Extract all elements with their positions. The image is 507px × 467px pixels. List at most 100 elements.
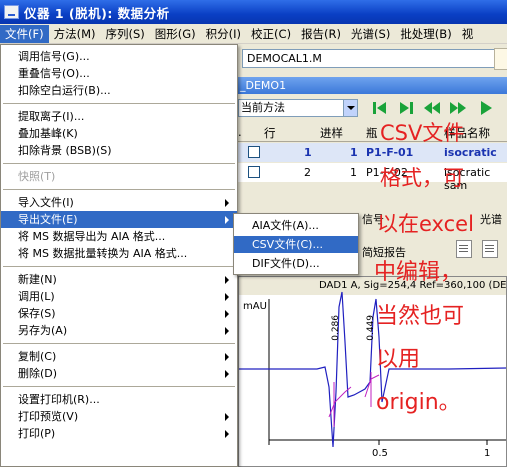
file-menu-item[interactable]: 另存为(A): [1, 322, 237, 339]
file-menu-item[interactable]: 导出文件(E): [1, 211, 237, 228]
menu-item-label: 提取离子(I)...: [18, 110, 85, 123]
file-menu-item[interactable]: 扣除背景 (BSB)(S): [1, 142, 237, 159]
forward-icon[interactable]: [448, 99, 468, 117]
menu-item-label: 扣除背景 (BSB)(S): [18, 144, 112, 157]
export-submenu-item[interactable]: AIA文件(A)...: [234, 217, 358, 234]
file-menu-item: 快照(T): [1, 168, 237, 185]
menu-item-label: AIA文件(A)...: [252, 219, 319, 232]
sequence-combo[interactable]: DEMOCAL1.M: [242, 48, 507, 70]
peak-label: 0.286: [331, 315, 341, 341]
menu-separator: [3, 103, 235, 104]
play-icon[interactable]: [476, 99, 496, 117]
submenu-arrow-icon: [225, 199, 229, 207]
export-submenu-item[interactable]: CSV文件(C)...: [234, 236, 358, 253]
file-menu-item[interactable]: 新建(N): [1, 271, 237, 288]
export-submenu: AIA文件(A)... CSV文件(C)... DIF文件(D)...: [233, 213, 359, 275]
file-menu-item[interactable]: 打印预览(V): [1, 408, 237, 425]
row-vial: P1-F-01: [366, 146, 414, 159]
file-menu-item[interactable]: 打印(P): [1, 425, 237, 442]
row-checkbox[interactable]: [248, 166, 260, 178]
menu-separator: [3, 189, 235, 190]
method-row: 当前方法: [238, 96, 507, 120]
menu-report[interactable]: 报告(R): [296, 25, 346, 43]
menu-item-label: 将 MS 数据批量转换为 AIA 格式...: [18, 247, 188, 260]
chart-ylabel: mAU: [243, 301, 267, 312]
menu-item-label: 快照(T): [18, 170, 56, 183]
row-line: 2: [304, 166, 311, 179]
table-row[interactable]: 1 1 P1-F-01 isocratic sa: [238, 143, 507, 172]
rewind-icon[interactable]: [422, 99, 442, 117]
next-step-icon[interactable]: [396, 99, 416, 117]
file-menu-item[interactable]: 复制(C): [1, 348, 237, 365]
menu-item-label: 调用信号(G)...: [18, 50, 90, 63]
menu-item-label: 删除(D): [18, 367, 58, 380]
menu-integration[interactable]: 积分(I): [201, 25, 246, 43]
file-menu-item[interactable]: 保存(S): [1, 305, 237, 322]
submenu-arrow-icon: [225, 370, 229, 378]
preview-icon[interactable]: [482, 240, 498, 258]
file-menu-item[interactable]: 提取离子(I)...: [1, 108, 237, 125]
menu-separator: [3, 266, 235, 267]
menu-separator: [3, 163, 235, 164]
peak-label: 0.449: [366, 315, 376, 341]
method-combo[interactable]: 当前方法: [238, 99, 358, 117]
sequence-tab[interactable]: _DEMO1: [238, 77, 507, 94]
x-tick-label: 1: [484, 448, 491, 459]
annotation-line: CSV文件: [380, 121, 465, 145]
menu-item-label: 打印预览(V): [18, 410, 79, 423]
menu-item-label: 保存(S): [18, 307, 56, 320]
menu-item-label: 调用(L): [18, 290, 55, 303]
menu-file[interactable]: 文件(F): [0, 24, 49, 43]
file-menu-item[interactable]: 设置打印机(R)...: [1, 391, 237, 408]
col-header-injection[interactable]: 进样: [320, 125, 343, 141]
file-menu-item[interactable]: 叠加基峰(K): [1, 125, 237, 142]
file-menu-item[interactable]: 调用信号(G)...: [1, 48, 237, 65]
chevron-down-icon[interactable]: [343, 100, 357, 116]
col-header-line[interactable]: 行: [264, 125, 276, 141]
menu-method[interactable]: 方法(M): [49, 25, 101, 43]
menu-item-label: 复制(C): [18, 350, 57, 363]
export-submenu-item[interactable]: DIF文件(D)...: [234, 255, 358, 272]
file-menu-item[interactable]: 将 MS 数据批量转换为 AIA 格式...: [1, 245, 237, 262]
menu-separator: [3, 343, 235, 344]
menu-spectrum[interactable]: 光谱(S): [346, 25, 395, 43]
submenu-arrow-icon: [225, 353, 229, 361]
annotation-line: origin。: [376, 390, 461, 415]
col-header-status: .: [238, 125, 242, 139]
menu-item-label: 将 MS 数据导出为 AIA 格式...: [18, 230, 166, 243]
window-titlebar: 仪器 1 (脱机): 数据分析: [0, 0, 507, 24]
submenu-arrow-icon: [225, 430, 229, 438]
app-icon: [4, 5, 19, 19]
file-menu-item[interactable]: 重叠信号(O)...: [1, 65, 237, 82]
first-icon[interactable]: [370, 99, 390, 117]
row-checkbox[interactable]: [248, 146, 260, 158]
menu-item-label: 扣除空白运行(B)...: [18, 84, 111, 97]
sequence-button[interactable]: [494, 48, 507, 70]
row-line: 1: [304, 146, 312, 159]
file-menu-item[interactable]: 删除(D): [1, 365, 237, 382]
x-tick-label: 0.5: [372, 448, 388, 459]
file-menu-item[interactable]: 导入文件(I): [1, 194, 237, 211]
menu-sequence[interactable]: 序列(S): [101, 25, 150, 43]
menu-item-label: DIF文件(D)...: [252, 257, 320, 270]
menu-calibration[interactable]: 校正(C): [246, 25, 296, 43]
menu-view[interactable]: 视: [457, 25, 479, 43]
menu-item-label: CSV文件(C)...: [252, 238, 323, 251]
annotation-line: 以在excel: [377, 212, 474, 236]
file-menu-item[interactable]: 将 MS 数据导出为 AIA 格式...: [1, 228, 237, 245]
submenu-arrow-icon: [225, 413, 229, 421]
file-menu-item[interactable]: 扣除空白运行(B)...: [1, 82, 237, 99]
file-menu: 调用信号(G)... 重叠信号(O)... 扣除空白运行(B)... 提取离子(I).…: [0, 44, 238, 467]
file-menu-item[interactable]: 调用(L): [1, 288, 237, 305]
col-header-vial[interactable]: 瓶: [366, 125, 378, 141]
table-row[interactable]: 2 1 P1-F-02 isocratic sam: [238, 163, 507, 192]
submenu-arrow-icon: [225, 310, 229, 318]
annotation-line: 当然也可: [376, 304, 465, 329]
submenu-arrow-icon: [225, 276, 229, 284]
method-combo-value: 当前方法: [241, 101, 285, 114]
menu-item-label: 新建(N): [18, 273, 57, 286]
menu-graphics[interactable]: 图形(G): [150, 25, 201, 43]
spectrum-tab[interactable]: 光谱: [480, 211, 502, 227]
menu-batch[interactable]: 批处理(B): [395, 25, 456, 43]
menu-item-label: 设置打印机(R)...: [18, 393, 100, 406]
